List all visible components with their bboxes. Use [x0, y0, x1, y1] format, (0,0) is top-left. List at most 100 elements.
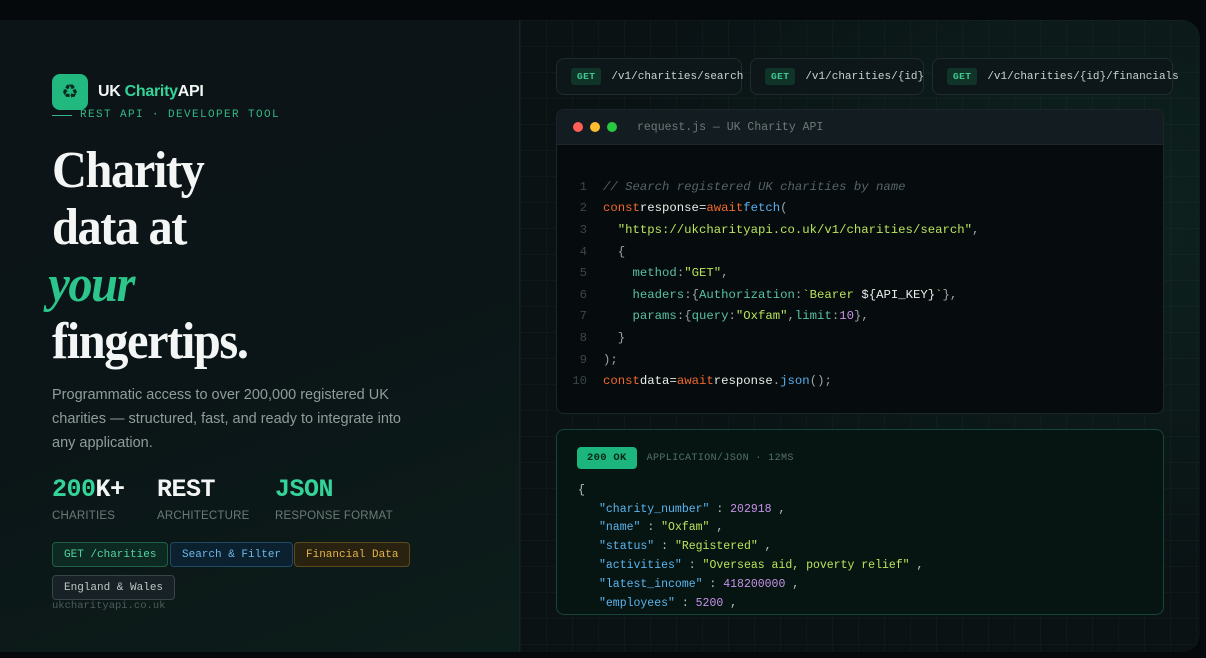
stat-label: RESPONSE FORMAT	[275, 510, 393, 522]
stat-value-rest: REST	[157, 475, 216, 504]
tag-england-wales[interactable]: England & Wales	[52, 575, 176, 600]
code-token: (	[780, 201, 788, 216]
endpoint-financials[interactable]: GET /v1/charities/{id}/financials	[932, 58, 1179, 95]
response-panel: 200 OK APPLICATION/JSON · 12MS { "charit…	[556, 429, 1164, 615]
method-badge: GET	[947, 68, 978, 85]
json-key: "status"	[599, 540, 655, 554]
json-key: "name"	[599, 521, 641, 535]
stat-response-format: JSON RESPONSE FORMAT	[275, 475, 393, 522]
code-line: 4 {	[557, 241, 1163, 263]
stat-value: 200K+	[52, 475, 125, 505]
json-key: "activities"	[599, 559, 682, 573]
json-colon: :	[709, 502, 731, 516]
headline-line-4: fingertips.	[52, 313, 249, 370]
code-token: // Search registered UK charities by nam…	[603, 179, 906, 194]
code-token: ,	[721, 266, 729, 281]
json-value: 5200	[695, 596, 724, 610]
code-block[interactable]: 1 // Search registered UK charities by na…	[557, 176, 1163, 392]
response-meta: APPLICATION/JSON · 12MS	[646, 452, 794, 464]
brand-name-api: API	[177, 83, 204, 100]
code-line: 5 method: "GET",	[557, 262, 1163, 284]
code-line: 8 }	[557, 327, 1163, 349]
code-token: :	[794, 287, 803, 302]
code-token: "Oxfam"	[735, 309, 788, 324]
code-token: }	[927, 287, 936, 302]
method-badge: GET	[571, 68, 602, 85]
line-number: 2	[579, 201, 587, 216]
code-line: 2 const response = await fetch(	[557, 198, 1163, 220]
code-token: data	[639, 374, 670, 389]
json-comma: ,	[771, 502, 786, 516]
footer-url[interactable]: ukcharityapi.co.uk	[52, 600, 165, 612]
code-editor-window: request.js — UK Charity API 1 // Search r…	[556, 109, 1164, 414]
line-number: 10	[572, 374, 587, 389]
tag-get-charities[interactable]: GET /charities	[52, 542, 169, 567]
json-colon: :	[640, 521, 662, 535]
json-comma: ,	[709, 521, 724, 535]
code-token: `	[935, 287, 943, 302]
tag-financial-data[interactable]: Financial Data	[294, 542, 411, 567]
code-token: =	[669, 374, 677, 389]
headline-accent-word: your	[48, 256, 135, 313]
code-token: fetch	[743, 201, 781, 216]
stat-charities: 200K+ CHARITIES	[52, 475, 125, 522]
json-comma: ,	[909, 559, 924, 573]
code-token: "https://ukcharityapi.co.uk/v1/charities…	[617, 222, 972, 237]
endpoint-search[interactable]: GET /v1/charities/search	[556, 58, 743, 95]
stat-label: CHARITIES	[52, 510, 116, 522]
code-token: query	[691, 309, 729, 324]
json-field: "employees" : 5200 ,	[578, 594, 923, 613]
json-body[interactable]: { "charity_number" : 202918 , "name" : "O…	[578, 481, 923, 613]
code-line: 1 // Search registered UK charities by na…	[557, 176, 1163, 198]
stat-value: REST	[157, 475, 250, 505]
code-token: headers	[632, 287, 685, 302]
json-field: "name" : "Oxfam" ,	[578, 519, 923, 538]
minimize-dot-icon[interactable]	[590, 122, 600, 132]
json-colon: :	[681, 559, 703, 573]
code-line: 3 "https://ukcharityapi.co.uk/v1/chariti…	[557, 219, 1163, 241]
code-token: },	[853, 309, 869, 324]
endpoint-path: /v1/charities/{id}	[805, 70, 925, 83]
json-value: 418200000	[723, 577, 786, 591]
code-token: ,	[971, 222, 980, 237]
code-token: response	[639, 201, 699, 216]
stat-value-accent: JSON	[275, 475, 334, 504]
close-dot-icon[interactable]	[573, 122, 583, 132]
brand-name: UK CharityAPI	[98, 83, 204, 101]
hero-panel: ♻ UK CharityAPI REST API · DEVELOPER TOO…	[0, 20, 520, 652]
json-key: "latest_income"	[599, 577, 703, 591]
json-colon: :	[654, 540, 675, 554]
code-token: {	[603, 244, 626, 259]
json-open-brace: {	[578, 483, 585, 497]
endpoint-path: /v1/charities/{id}/financials	[987, 70, 1179, 83]
code-token: :	[676, 266, 685, 281]
maximize-dot-icon[interactable]	[607, 122, 617, 132]
code-line: 10 const data = await response. json ();	[557, 370, 1163, 392]
json-value: "Overseas aid, poverty relief"	[702, 559, 910, 573]
code-token: 10	[839, 309, 854, 324]
stat-value-rest: K+	[95, 475, 126, 504]
hero-description: Programmatic access to over 200,000 regi…	[52, 387, 401, 451]
headline-line-2: data at	[52, 199, 187, 256]
code-token: :	[831, 309, 840, 324]
tagline-text: REST API · DEVELOPER TOOL	[80, 109, 281, 121]
brand-logo[interactable]: ♻ UK CharityAPI	[52, 74, 204, 110]
json-value: "Oxfam"	[661, 521, 710, 535]
code-token: response	[713, 374, 773, 389]
code-token: ();	[809, 374, 832, 389]
response-header: 200 OK APPLICATION/JSON · 12MS	[577, 447, 794, 469]
recycle-icon: ♻	[52, 74, 88, 110]
code-token: params	[632, 309, 677, 324]
stat-label: ARCHITECTURE	[157, 510, 250, 522]
code-line: 9);	[557, 349, 1163, 371]
tag-search-filter[interactable]: Search & Filter	[170, 542, 294, 567]
code-token: );	[603, 352, 618, 367]
endpoint-by-id[interactable]: GET /v1/charities/{id}	[750, 58, 924, 95]
line-number: 9	[579, 352, 587, 367]
code-token: const	[603, 201, 640, 216]
line-number: 8	[579, 330, 587, 345]
code-token: await	[676, 374, 714, 389]
code-token: await	[706, 201, 744, 216]
stat-value-accent: 200	[52, 475, 96, 504]
